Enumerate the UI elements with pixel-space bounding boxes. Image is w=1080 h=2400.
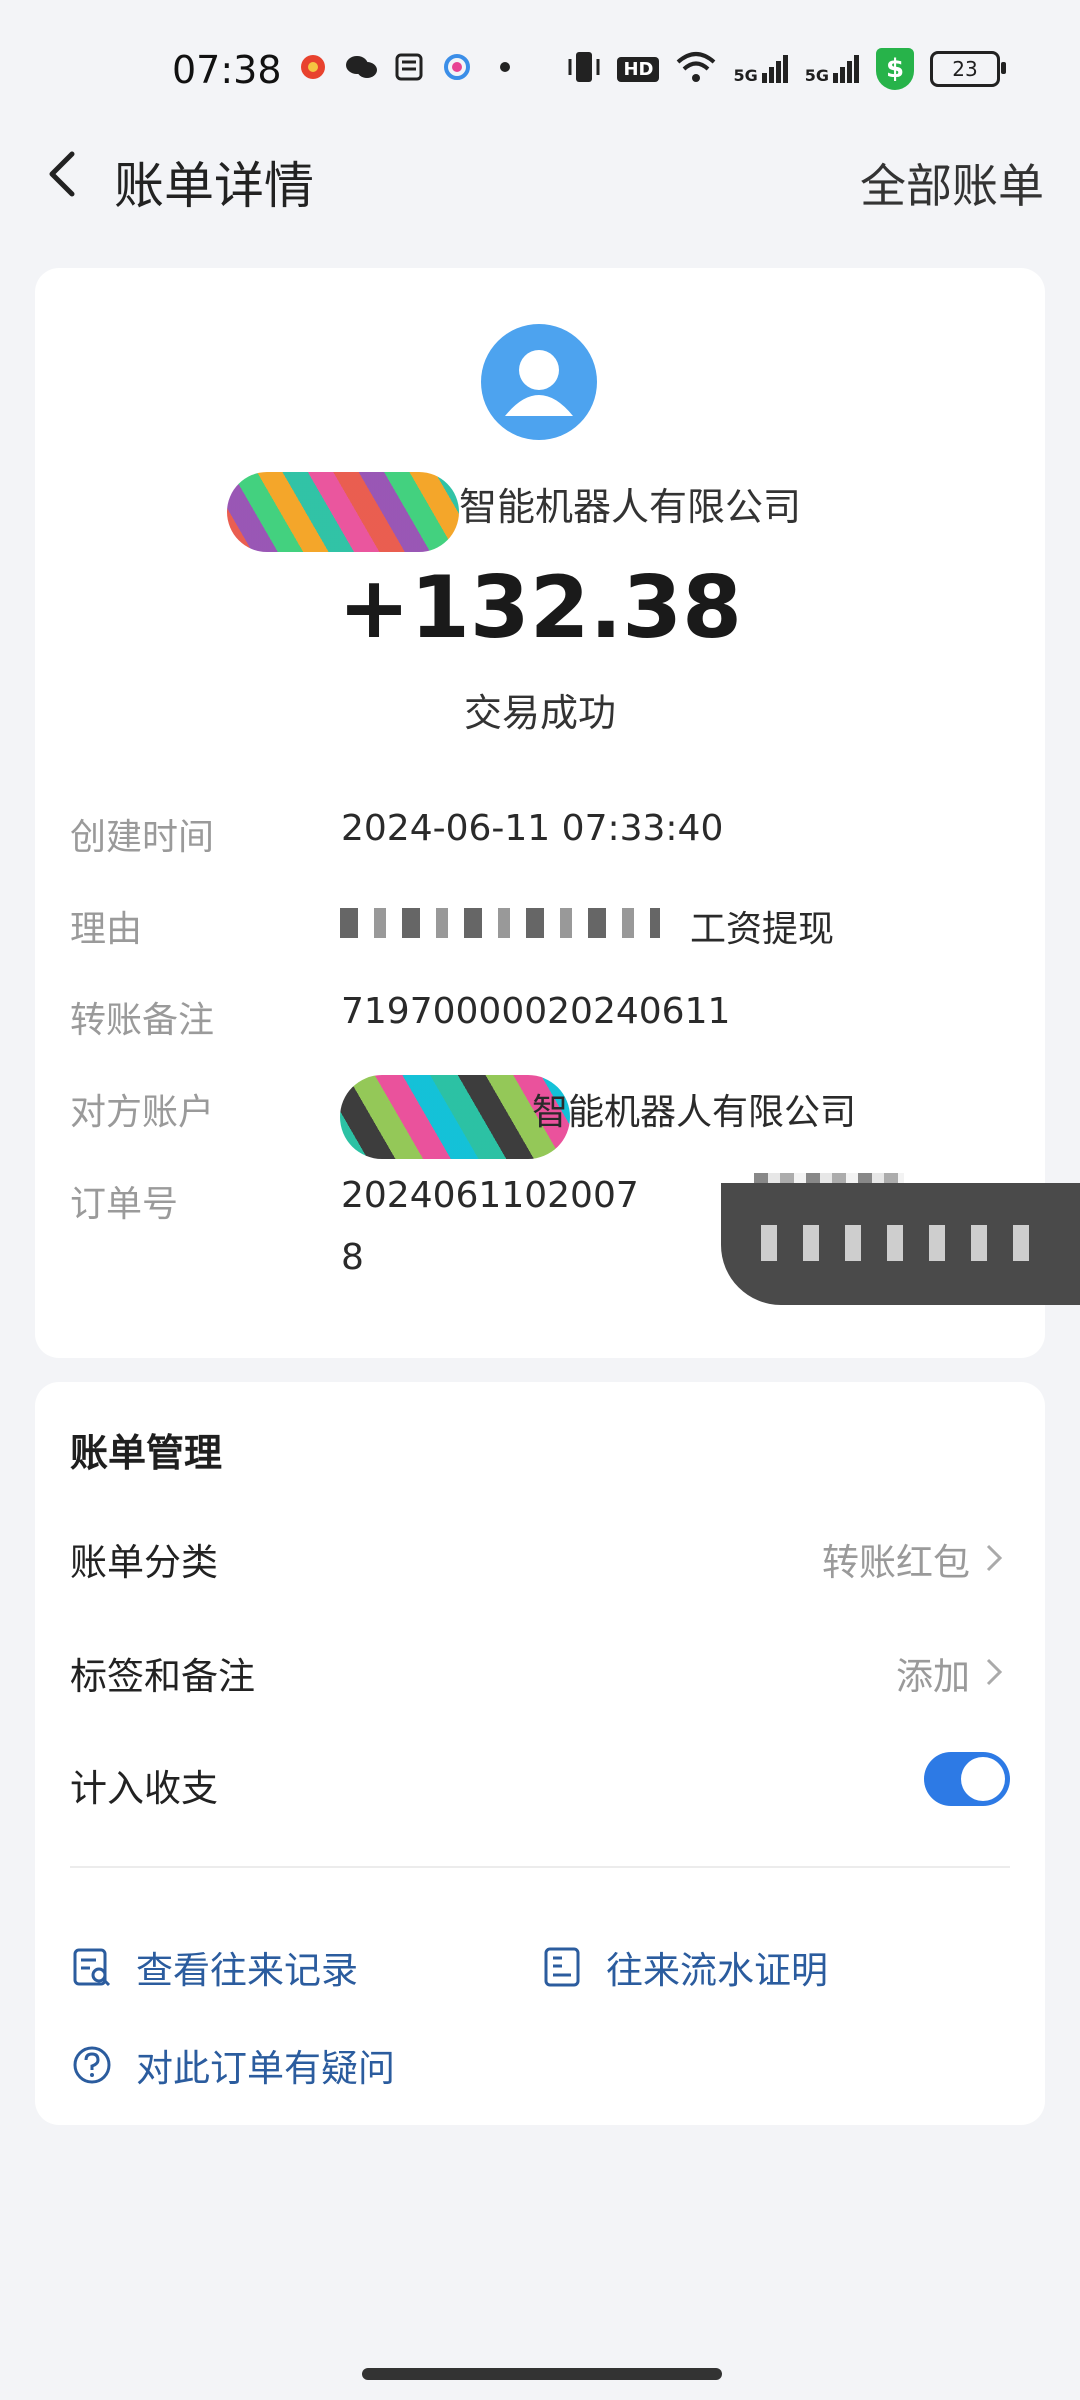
- flow-proof-link[interactable]: 往来流水证明: [540, 1940, 828, 1994]
- detail-key: 订单号: [70, 1184, 179, 1225]
- weibo-icon: [296, 50, 330, 84]
- order-question-link[interactable]: 对此订单有疑问: [70, 2038, 395, 2092]
- nav-header: 账单详情 全部账单: [0, 140, 1080, 220]
- row-label: 标签和备注: [70, 1655, 255, 1698]
- hd-icon: HD: [617, 56, 660, 82]
- signal-icon: 5G: [733, 53, 788, 85]
- app-icon: [440, 50, 474, 84]
- detail-value: 工资提现: [690, 909, 835, 950]
- dot-icon: [488, 50, 522, 84]
- records-icon: [73, 1948, 111, 1987]
- chevron-right-icon: [986, 1544, 1003, 1572]
- detail-key: 理由: [70, 909, 143, 950]
- status-time: 07:38: [172, 48, 282, 92]
- link-label: 往来流水证明: [606, 1949, 828, 1992]
- security-shield-icon: $: [876, 48, 914, 90]
- link-label: 对此订单有疑问: [136, 2047, 395, 2090]
- order-number-line2: 8: [341, 1237, 364, 1278]
- all-bills-link[interactable]: 全部账单: [860, 150, 1044, 216]
- redacted-mosaic: [340, 908, 660, 938]
- document-icon: [544, 1947, 580, 1987]
- wechat-icon: [344, 50, 378, 84]
- toggle-knob: [961, 1757, 1005, 1801]
- row-label: 计入收支: [70, 1767, 218, 1810]
- divider: [70, 1866, 1010, 1868]
- detail-key: 对方账户: [70, 1092, 215, 1133]
- detail-key: 创建时间: [70, 817, 215, 858]
- chevron-right-icon: [986, 1658, 1003, 1686]
- section-title: 账单管理: [70, 1431, 223, 1475]
- question-icon: [73, 2046, 111, 2084]
- notification-icons: [296, 50, 522, 84]
- include-income-expense-row: 计入收支: [70, 1752, 1010, 1818]
- vibrate-icon: [567, 49, 601, 89]
- avatar: [481, 324, 597, 440]
- view-records-link[interactable]: 查看往来记录: [70, 1940, 358, 1994]
- counterparty-name: 智能机器人有限公司: [458, 485, 801, 529]
- battery-icon: 23: [930, 51, 1006, 87]
- bill-category-row[interactable]: 账单分类 转账红包: [70, 1532, 1010, 1592]
- amount: +132.38: [338, 558, 742, 658]
- row-value: 转账红包: [822, 1541, 970, 1584]
- redaction-overlay: [721, 1183, 1080, 1305]
- include-toggle[interactable]: [924, 1752, 1010, 1806]
- detail-value: 2024-06-11 07:33:40: [341, 808, 724, 849]
- detail-value: 71970000020240611: [341, 991, 731, 1032]
- back-arrow-icon[interactable]: [38, 148, 90, 200]
- row-label: 账单分类: [70, 1541, 218, 1584]
- home-indicator[interactable]: [362, 2368, 722, 2380]
- signal-icon-2: 5G: [805, 53, 860, 85]
- wifi-icon: [675, 50, 717, 88]
- status-bar: 07:38 HD 5G 5G $ 23: [0, 0, 1080, 130]
- page-title: 账单详情: [114, 157, 314, 215]
- order-number: 2024061102007: [341, 1175, 639, 1216]
- detail-value: 智能机器人有限公司: [532, 1092, 857, 1133]
- user-icon: [505, 350, 573, 416]
- tags-notes-row[interactable]: 标签和备注 添加: [70, 1646, 1010, 1706]
- link-label: 查看往来记录: [136, 1949, 358, 1992]
- detail-key: 转账备注: [70, 1000, 215, 1041]
- taobao-icon: [392, 50, 426, 84]
- bill-management-card: 账单管理 账单分类 转账红包 标签和备注 添加 计入收支 查看往来记录 往来流水…: [35, 1382, 1045, 2125]
- transaction-status: 交易成功: [463, 691, 616, 735]
- row-value: 添加: [896, 1655, 970, 1698]
- system-icons: HD 5G 5G $ 23: [567, 48, 1006, 90]
